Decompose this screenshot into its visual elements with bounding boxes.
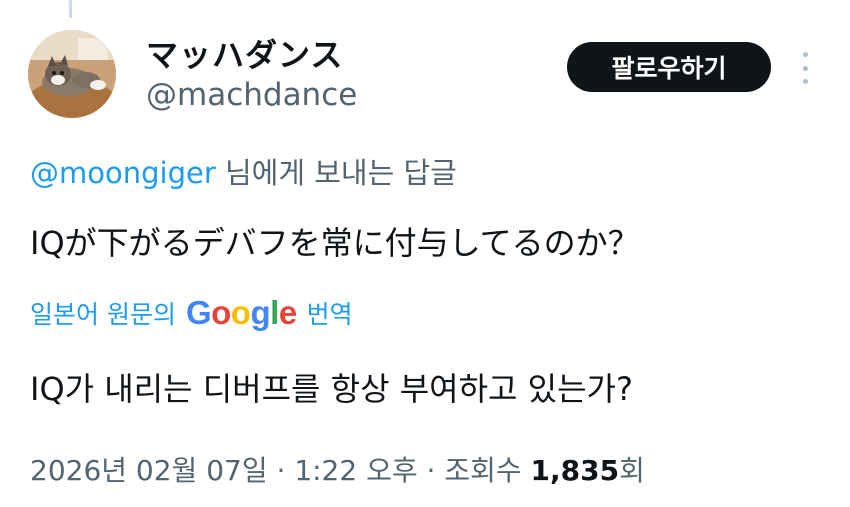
tweet-date[interactable]: 2026년 02월 07일 [30, 454, 268, 487]
tweet-time[interactable]: 1:22 오후 [294, 454, 417, 487]
translate-link[interactable]: 일본어 원문의 Google 번역 [30, 293, 353, 333]
views-suffix: 회 [619, 454, 645, 487]
views-count: 1,835 [530, 454, 620, 487]
translated-tweet-text: IQ가 내리는 디버프를 항상 부여하고 있는가? [30, 370, 633, 408]
cat-avatar-image [28, 30, 116, 118]
thread-connector-line [69, 0, 72, 18]
reply-context-suffix: 님에게 보내는 답글 [215, 156, 457, 190]
views-label: 조회수 [444, 454, 522, 487]
tweet-text: IQが下がるデバフを常に付与してるのか？ [30, 224, 640, 262]
google-letter: o [230, 294, 251, 331]
reply-mention-link[interactable]: @moongiger [30, 156, 216, 190]
reply-context: @moongiger 님에게 보내는 답글 [30, 150, 457, 192]
more-vertical-icon[interactable] [796, 52, 814, 84]
translate-prefix: 일본어 원문의 [30, 300, 176, 329]
meta-separator: · [267, 454, 295, 487]
author-display-name[interactable]: マッハダンス [146, 30, 343, 76]
google-letter: o [211, 294, 231, 331]
google-letter: g [250, 294, 271, 331]
google-letter: e [278, 294, 297, 331]
avatar[interactable] [28, 30, 116, 118]
more-dot [802, 79, 808, 84]
translate-suffix: 번역 [306, 300, 353, 329]
google-letter: l [270, 294, 279, 331]
tweet-metadata: 2026년 02월 07일 · 1:22 오후 · 조회수 1,835회 [30, 449, 645, 489]
more-dot [802, 65, 808, 71]
meta-separator: · [417, 454, 445, 487]
google-letter: G [185, 294, 212, 331]
author-handle[interactable]: @machdance [146, 77, 357, 113]
follow-button[interactable]: 팔로우하기 [567, 42, 771, 92]
more-dot [802, 52, 808, 57]
google-logo: Google [186, 294, 297, 332]
